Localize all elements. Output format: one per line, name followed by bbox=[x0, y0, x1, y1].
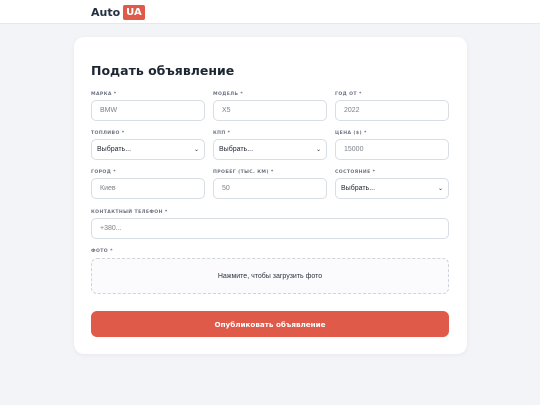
year-input[interactable]: 2022 bbox=[335, 100, 449, 121]
fuel-label: ТОПЛИВО * bbox=[91, 131, 125, 136]
city-input[interactable]: Киев bbox=[91, 178, 205, 199]
brand-label: МАРКА * bbox=[91, 92, 117, 97]
condition-select-value: Выбрать... bbox=[341, 185, 376, 192]
fuel-select-value: Выбрать... bbox=[97, 146, 132, 153]
photo-upload-area[interactable]: Нажмите, чтобы загрузить фото bbox=[91, 258, 449, 294]
price-input[interactable]: 15000 bbox=[335, 139, 449, 160]
price-label: ЦЕНА ($) * bbox=[335, 131, 367, 136]
logo[interactable]: Auto UA bbox=[91, 5, 145, 20]
phone-input[interactable]: +380... bbox=[91, 218, 449, 239]
phone-label: КОНТАКТНЫЙ ТЕЛЕФОН * bbox=[91, 210, 168, 215]
city-label: ГОРОД * bbox=[91, 170, 116, 175]
model-label: МОДЕЛЬ * bbox=[213, 92, 244, 97]
top-bar: Auto UA bbox=[0, 0, 540, 24]
mileage-input[interactable]: 50 bbox=[213, 178, 327, 199]
fuel-select[interactable]: Выбрать... ⌄ bbox=[91, 139, 205, 160]
condition-label: СОСТОЯНИЕ * bbox=[335, 170, 376, 175]
page-title: Подать объявление bbox=[91, 63, 235, 78]
condition-select[interactable]: Выбрать... ⌄ bbox=[335, 178, 449, 199]
listing-form-card: Подать объявление МАРКА * BMW МОДЕЛЬ * X… bbox=[74, 37, 467, 354]
gearbox-label: КПП * bbox=[213, 131, 231, 136]
mileage-label: ПРОБЕГ (ТЫС. КМ) * bbox=[213, 170, 274, 175]
brand-input[interactable]: BMW bbox=[91, 100, 205, 121]
model-input[interactable]: X5 bbox=[213, 100, 327, 121]
photo-upload-text: Нажмите, чтобы загрузить фото bbox=[217, 272, 323, 280]
logo-text: Auto bbox=[91, 6, 121, 19]
chevron-down-icon: ⌄ bbox=[315, 147, 321, 153]
logo-badge: UA bbox=[123, 5, 145, 20]
year-label: ГОД ОТ * bbox=[335, 92, 362, 97]
chevron-down-icon: ⌄ bbox=[437, 186, 443, 192]
gearbox-select[interactable]: Выбрать... ⌄ bbox=[213, 139, 327, 160]
gearbox-select-value: Выбрать... bbox=[219, 146, 254, 153]
publish-button[interactable]: Опубликовать объявление bbox=[91, 311, 449, 337]
photo-label: ФОТО * bbox=[91, 249, 113, 254]
chevron-down-icon: ⌄ bbox=[193, 147, 199, 153]
